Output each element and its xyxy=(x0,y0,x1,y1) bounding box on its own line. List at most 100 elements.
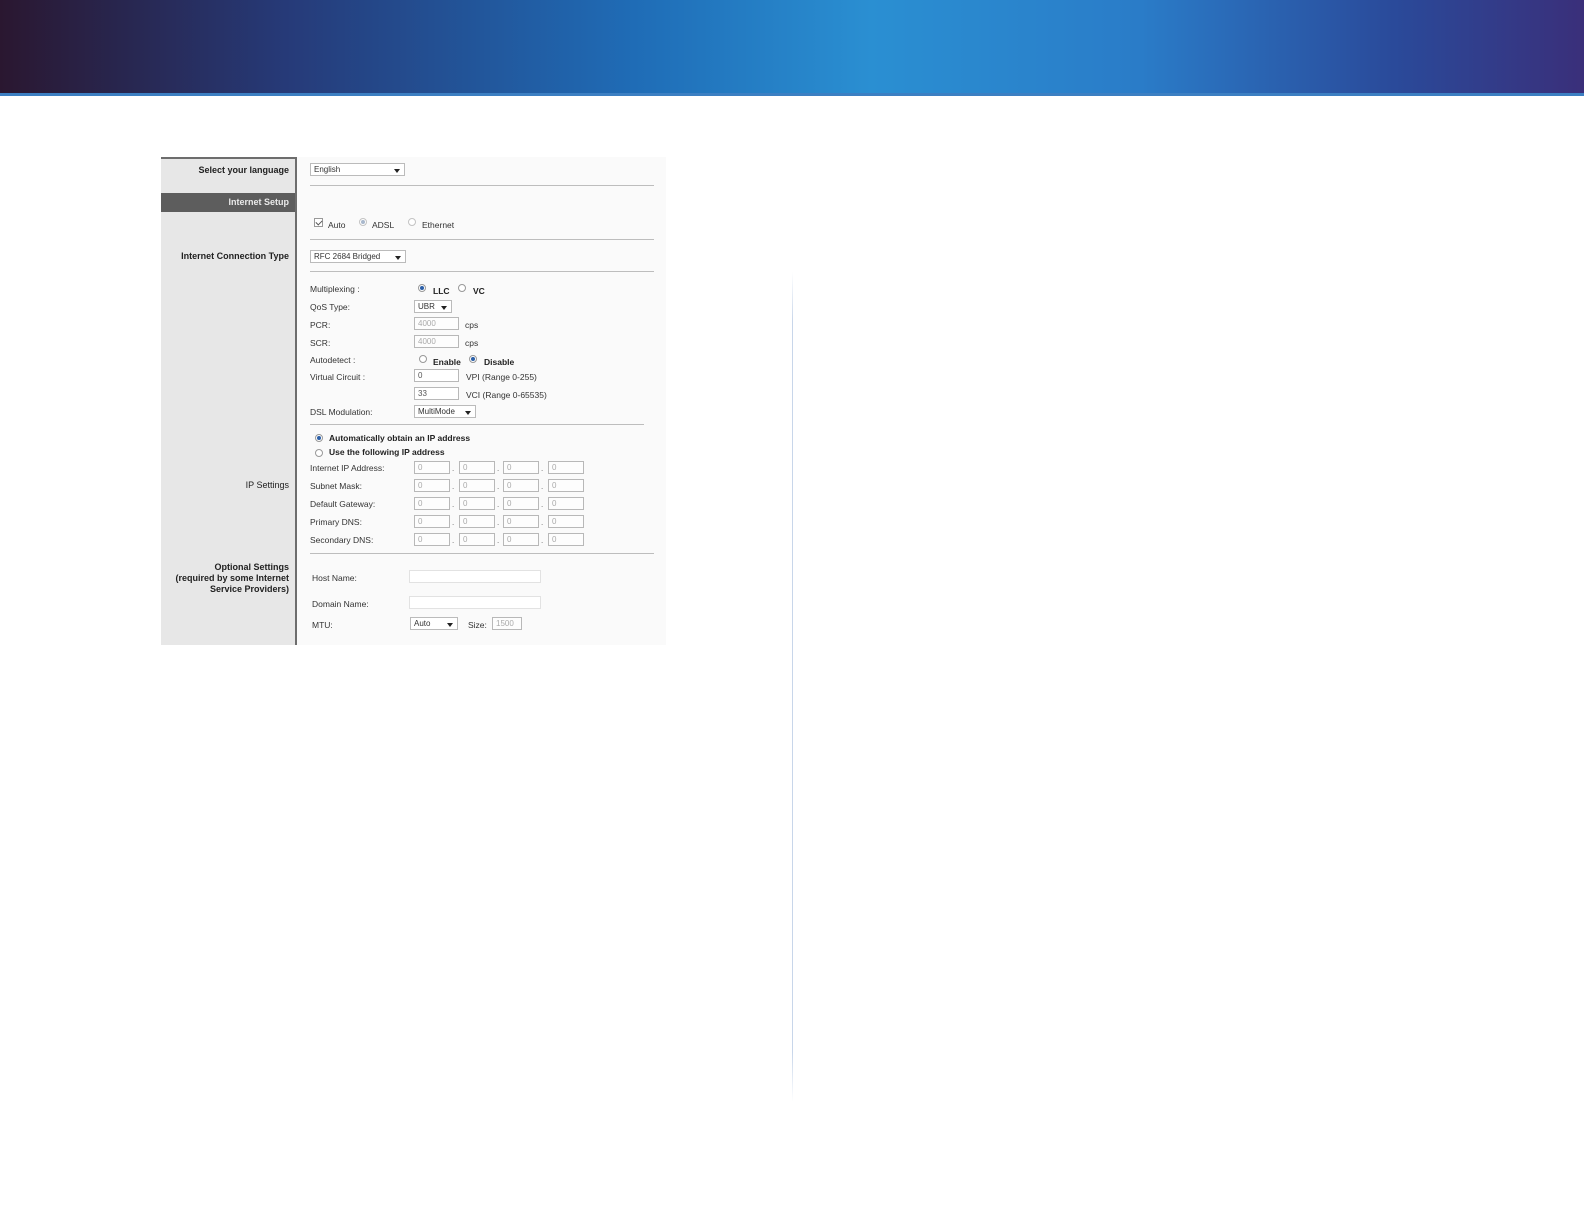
vc-label: VC xyxy=(473,286,485,296)
qos-type-value: UBR xyxy=(418,302,435,311)
dsl-modulation-label: DSL Modulation: xyxy=(310,407,373,417)
octet-separator: . xyxy=(541,518,544,527)
autodetect-disable-radio[interactable] xyxy=(469,355,477,363)
default-gateway-octet-4[interactable]: 0 xyxy=(548,497,584,510)
autodetect-enable-radio[interactable] xyxy=(419,355,427,363)
octet-separator: . xyxy=(452,464,455,473)
pcr-unit: cps xyxy=(465,320,479,330)
chevron-down-icon xyxy=(441,306,447,310)
virtual-circuit-label: Virtual Circuit : xyxy=(310,372,366,382)
default-gateway-octet-2[interactable]: 0 xyxy=(459,497,495,510)
internet-ip-octet-2[interactable]: 0 xyxy=(459,461,495,474)
internet-ip-octet-3[interactable]: 0 xyxy=(503,461,539,474)
sidebar-label-optional-1: Optional Settings xyxy=(214,562,289,572)
mtu-select-value: Auto xyxy=(414,619,431,628)
autodetect-label: Autodetect : xyxy=(310,355,356,365)
host-name-input[interactable] xyxy=(409,570,541,583)
domain-name-input[interactable] xyxy=(409,596,541,609)
auto-obtain-ip-label: Automatically obtain an IP address xyxy=(329,433,471,443)
divider xyxy=(310,271,654,272)
primary-dns-octet-2[interactable]: 0 xyxy=(459,515,495,528)
sidebar-label-connection-type: Internet Connection Type xyxy=(181,251,289,261)
pcr-label: PCR: xyxy=(310,320,331,330)
internet-ip-octet-4[interactable]: 0 xyxy=(548,461,584,474)
auto-checkbox[interactable] xyxy=(314,218,323,227)
octet-separator: . xyxy=(497,536,500,545)
sidebar-label-optional-2: (required by some Internet xyxy=(175,573,289,583)
scr-input[interactable]: 4000 xyxy=(414,335,459,348)
adsl-radio[interactable] xyxy=(359,218,367,226)
dsl-modulation-value: MultiMode xyxy=(418,407,455,416)
settings-content: English Auto ADSL Ethernet RFC 2684 Brid… xyxy=(297,157,666,645)
adsl-label: ADSL xyxy=(372,220,395,230)
internet-ip-label: Internet IP Address: xyxy=(310,463,385,473)
qos-type-select[interactable]: UBR xyxy=(414,300,452,313)
dsl-modulation-select[interactable]: MultiMode xyxy=(414,405,476,418)
mtu-size-label: Size: xyxy=(468,620,487,630)
secondary-dns-octet-2[interactable]: 0 xyxy=(459,533,495,546)
octet-separator: . xyxy=(452,536,455,545)
use-following-ip-label: Use the following IP address xyxy=(329,447,445,457)
llc-label: LLC xyxy=(433,286,450,296)
default-gateway-octet-1[interactable]: 0 xyxy=(414,497,450,510)
primary-dns-octet-1[interactable]: 0 xyxy=(414,515,450,528)
octet-separator: . xyxy=(541,482,544,491)
octet-separator: . xyxy=(497,500,500,509)
primary-dns-octet-3[interactable]: 0 xyxy=(503,515,539,528)
llc-radio[interactable] xyxy=(418,284,426,292)
scr-label: SCR: xyxy=(310,338,331,348)
qos-type-label: QoS Type: xyxy=(310,302,351,312)
subnet-mask-octet-2[interactable]: 0 xyxy=(459,479,495,492)
octet-separator: . xyxy=(452,482,455,491)
subnet-mask-octet-4[interactable]: 0 xyxy=(548,479,584,492)
primary-dns-octet-4[interactable]: 0 xyxy=(548,515,584,528)
router-setup-screenshot: Select your language Internet Setup Inte… xyxy=(161,157,666,645)
sidebar-top-border xyxy=(161,157,295,159)
vpi-range-label: VPI (Range 0-255) xyxy=(466,372,537,382)
secondary-dns-octet-3[interactable]: 0 xyxy=(503,533,539,546)
sidebar-label-language: Select your language xyxy=(198,165,289,175)
auto-label: Auto xyxy=(328,220,346,230)
divider xyxy=(310,185,654,186)
auto-obtain-ip-radio[interactable] xyxy=(315,434,323,442)
chevron-down-icon xyxy=(447,623,453,627)
domain-name-label: Domain Name: xyxy=(312,599,369,609)
subnet-mask-octet-3[interactable]: 0 xyxy=(503,479,539,492)
divider xyxy=(310,424,644,425)
scr-unit: cps xyxy=(465,338,479,348)
use-following-ip-radio[interactable] xyxy=(315,449,323,457)
vc-radio[interactable] xyxy=(458,284,466,292)
subnet-mask-label: Subnet Mask: xyxy=(310,481,362,491)
header-banner-edge xyxy=(0,93,1584,96)
default-gateway-label: Default Gateway: xyxy=(310,499,376,509)
octet-separator: . xyxy=(452,500,455,509)
connection-type-select[interactable]: RFC 2684 Bridged xyxy=(310,250,406,263)
multiplexing-label: Multiplexing : xyxy=(310,284,360,294)
mtu-label: MTU: xyxy=(312,620,333,630)
octet-separator: . xyxy=(541,500,544,509)
header-banner xyxy=(0,0,1584,95)
subnet-mask-octet-1[interactable]: 0 xyxy=(414,479,450,492)
octet-separator: . xyxy=(541,536,544,545)
sidebar-label-optional-3: Service Providers) xyxy=(209,584,289,594)
mtu-size-input[interactable]: 1500 xyxy=(492,617,522,630)
secondary-dns-octet-4[interactable]: 0 xyxy=(548,533,584,546)
ethernet-radio[interactable] xyxy=(408,218,416,226)
secondary-dns-label: Secondary DNS: xyxy=(310,535,374,545)
chevron-down-icon xyxy=(465,411,471,415)
vpi-input[interactable]: 0 xyxy=(414,369,459,382)
secondary-dns-octet-1[interactable]: 0 xyxy=(414,533,450,546)
language-select[interactable]: English xyxy=(310,163,405,176)
section-header-label: Internet Setup xyxy=(228,197,289,207)
settings-sidebar: Select your language Internet Setup Inte… xyxy=(161,157,297,645)
pcr-input[interactable]: 4000 xyxy=(414,317,459,330)
default-gateway-octet-3[interactable]: 0 xyxy=(503,497,539,510)
autodetect-enable-label: Enable xyxy=(433,357,461,367)
ethernet-label: Ethernet xyxy=(422,220,455,230)
host-name-label: Host Name: xyxy=(312,573,357,583)
octet-separator: . xyxy=(497,482,500,491)
vci-input[interactable]: 33 xyxy=(414,387,459,400)
chevron-down-icon xyxy=(394,169,400,173)
mtu-select[interactable]: Auto xyxy=(410,617,458,630)
internet-ip-octet-1[interactable]: 0 xyxy=(414,461,450,474)
